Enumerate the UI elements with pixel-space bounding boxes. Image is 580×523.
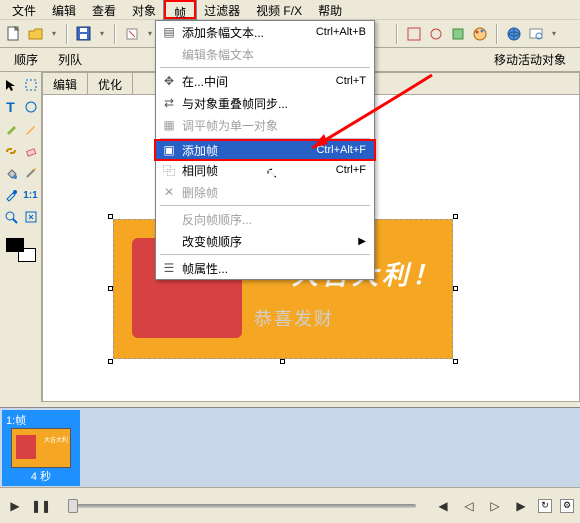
center-icon: ✥ <box>160 74 178 88</box>
menu-shortcut: Ctrl+F <box>336 164 366 176</box>
dropdown-arrow-icon[interactable]: ▾ <box>146 26 154 42</box>
menu-item-label: 添加条幅文本... <box>178 24 316 41</box>
fill-tool-icon[interactable] <box>2 164 20 182</box>
menu-item-label: 在...中间 <box>178 73 336 90</box>
preview-icon[interactable] <box>528 26 544 42</box>
dropdown-arrow-icon[interactable]: ▾ <box>98 26 106 42</box>
menu-item-label: 调平帧为单一对象 <box>178 117 366 134</box>
playback-bar: ▶ ❚❚ ◀ ◁ ▷ ▶ ↻ ⚙ <box>0 487 580 523</box>
pause-icon[interactable]: ❚❚ <box>32 497 50 515</box>
menu-item[interactable]: ▤添加条幅文本...Ctrl+Alt+B <box>156 21 374 43</box>
banner-icon: ▤ <box>160 25 178 39</box>
menu-item[interactable]: 改变帧顺序▶ <box>156 230 374 252</box>
slider-knob[interactable] <box>68 499 78 513</box>
next-frame-icon[interactable]: ▶ <box>512 497 530 515</box>
menu-3[interactable]: 对象 <box>124 0 164 19</box>
color-swatches[interactable] <box>6 238 36 262</box>
pointer-tool-icon[interactable] <box>2 76 20 94</box>
step-back-icon[interactable]: ◁ <box>460 497 478 515</box>
menubar: 文件编辑查看对象帧过滤器视频 F/X帮助 <box>0 0 580 20</box>
new-icon[interactable] <box>6 26 22 42</box>
order-label[interactable]: 顺序 <box>8 49 44 70</box>
menu-shortcut: Ctrl+T <box>336 75 366 87</box>
prev-frame-icon[interactable]: ◀ <box>434 497 452 515</box>
menu-4[interactable]: 帧 <box>164 0 196 19</box>
frame-header: 1:帧 <box>4 412 26 428</box>
settings-icon[interactable]: ⚙ <box>560 499 574 513</box>
menu-item-label: 添加帧 <box>178 142 316 159</box>
menu-item-label: 改变帧顺序 <box>178 233 358 250</box>
same-icon: ⿻ <box>160 162 178 179</box>
frame-preview: 大吉大利 <box>11 428 71 468</box>
del-icon: ✕ <box>160 185 178 199</box>
menu-5[interactable]: 过滤器 <box>196 0 248 19</box>
menu-item: ▦调平帧为单一对象 <box>156 114 374 136</box>
eraser-tool-icon[interactable] <box>22 142 40 160</box>
tool-icon[interactable] <box>428 26 444 42</box>
tool-icon[interactable] <box>406 26 422 42</box>
menu-7[interactable]: 帮助 <box>310 0 350 19</box>
flatten-icon: ▦ <box>160 118 178 132</box>
dropdown-arrow-icon[interactable]: ▾ <box>50 26 58 42</box>
play-icon[interactable]: ▶ <box>6 497 24 515</box>
open-icon[interactable] <box>28 26 44 42</box>
menu-item-label: 帧属性... <box>178 260 366 277</box>
menu-item[interactable]: ▣添加帧Ctrl+Alt+F <box>154 139 376 161</box>
dropdown-arrow-icon[interactable]: ▾ <box>550 26 558 42</box>
menu-shortcut: Ctrl+Alt+F <box>316 144 366 156</box>
cursor-icon: ↖ <box>264 162 277 182</box>
submenu-arrow-icon: ▶ <box>358 236 366 247</box>
frame-duration: 4 秒 <box>31 468 51 484</box>
menu-item: 反向帧顺序... <box>156 208 374 230</box>
save-icon[interactable] <box>76 26 92 42</box>
menu-item[interactable]: ⇄与对象重叠帧同步... <box>156 92 374 114</box>
select-tool-icon[interactable] <box>22 76 40 94</box>
queue-label[interactable]: 列队 <box>52 49 88 70</box>
menu-2[interactable]: 查看 <box>84 0 124 19</box>
menu-item[interactable]: ☰帧属性... <box>156 257 374 279</box>
move-active-label[interactable]: 移动活动对象 <box>488 49 572 70</box>
menu-shortcut: Ctrl+Alt+B <box>316 26 366 38</box>
tab-optimize[interactable]: 优化 <box>88 73 133 94</box>
zoom-tool-icon[interactable] <box>2 208 20 226</box>
step-fwd-icon[interactable]: ▷ <box>486 497 504 515</box>
tab-edit[interactable]: 编辑 <box>43 73 88 94</box>
menu-item[interactable]: ✥在...中间Ctrl+T <box>156 70 374 92</box>
menu-item: ✕删除帧 <box>156 181 374 203</box>
globe-icon[interactable] <box>506 26 522 42</box>
eyedropper-tool-icon[interactable] <box>2 186 20 204</box>
menu-item-label: 相同帧 <box>178 162 336 179</box>
shape-tool-icon[interactable] <box>22 98 40 116</box>
text-tool-icon[interactable]: T <box>2 98 20 116</box>
brush-tool-icon[interactable] <box>2 120 20 138</box>
loop-toggle-icon[interactable]: ↻ <box>538 499 552 513</box>
menu-item-label: 删除帧 <box>178 184 366 201</box>
props-icon: ☰ <box>160 261 178 275</box>
playback-slider[interactable] <box>68 504 416 508</box>
frame-thumbnail-1[interactable]: 1:帧 大吉大利 4 秒 <box>2 410 80 486</box>
menu-1[interactable]: 编辑 <box>44 0 84 19</box>
timeline: 1:帧 大吉大利 4 秒 <box>0 407 580 487</box>
menu-item-label: 编辑条幅文本 <box>178 46 366 63</box>
menu-0[interactable]: 文件 <box>4 0 44 19</box>
banner-sub-text: 恭喜发财 <box>254 305 334 331</box>
zoom-11-icon[interactable]: 1:1 <box>22 186 40 204</box>
wizard-icon[interactable] <box>124 26 140 42</box>
link-tool-icon[interactable] <box>2 142 20 160</box>
fit-tool-icon[interactable] <box>22 208 40 226</box>
menu-6[interactable]: 视频 F/X <box>248 0 310 19</box>
tool-icon[interactable] <box>450 26 466 42</box>
menu-item-label: 反向帧顺序... <box>178 211 366 228</box>
sync-icon: ⇄ <box>160 96 178 110</box>
menu-item: 编辑条幅文本 <box>156 43 374 65</box>
wand-tool-icon[interactable] <box>22 164 40 182</box>
tool-sidebar: T 1:1 <box>0 72 42 402</box>
palette-icon[interactable] <box>472 26 488 42</box>
menu-item-label: 与对象重叠帧同步... <box>178 95 366 112</box>
frame-menu-dropdown: ▤添加条幅文本...Ctrl+Alt+B编辑条幅文本✥在...中间Ctrl+T⇄… <box>155 20 375 280</box>
pencil-tool-icon[interactable] <box>22 120 40 138</box>
add-icon: ▣ <box>160 143 178 157</box>
